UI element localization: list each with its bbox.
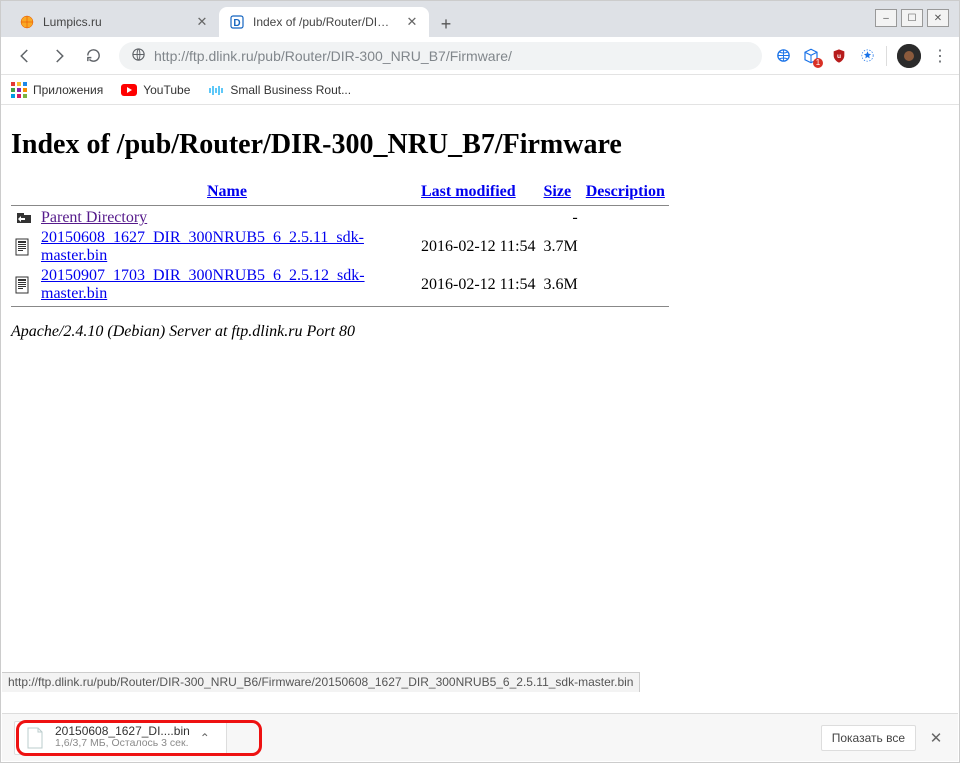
col-lastmod[interactable]: Last modified <box>421 183 516 200</box>
favicon-dlink: D <box>229 14 245 30</box>
cell-size: 3.7M <box>540 228 582 266</box>
download-status: 1,6/3,7 МБ, Осталось 3 сек. <box>55 738 190 750</box>
extension-shield-icon[interactable]: u <box>830 47 848 65</box>
cisco-icon <box>208 82 224 98</box>
page-heading: Index of /pub/Router/DIR-300_NRU_B7/Firm… <box>11 129 949 161</box>
close-tab-icon[interactable]: ✕ <box>405 15 419 29</box>
youtube-icon <box>121 82 137 98</box>
download-chip[interactable]: 20150608_1627_DI....bin 1,6/3,7 МБ, Оста… <box>14 721 227 755</box>
back-folder-icon <box>11 208 37 228</box>
cell-size: - <box>540 208 582 228</box>
forward-button[interactable] <box>45 42 73 70</box>
site-info-icon[interactable] <box>131 47 146 65</box>
download-file-icon <box>25 726 45 750</box>
tab-strip: Lumpics.ru ✕ D Index of /pub/Router/DIR-… <box>1 1 959 37</box>
cell-size: 3.6M <box>540 266 582 304</box>
bm-label: Приложения <box>33 83 103 97</box>
file-link[interactable]: 20150608_1627_DIR_300NRUB5_6_2.5.11_sdk-… <box>41 229 364 264</box>
status-bar: http://ftp.dlink.ru/pub/Router/DIR-300_N… <box>2 672 640 692</box>
cell-lastmod: 2016-02-12 11:54 <box>417 228 540 266</box>
extension-cube-icon[interactable]: 1 <box>802 47 820 65</box>
chevron-up-icon[interactable]: ⌃ <box>200 731 216 745</box>
minimize-button[interactable]: – <box>875 9 897 27</box>
file-row: 20150608_1627_DIR_300NRUB5_6_2.5.11_sdk-… <box>11 228 669 266</box>
bm-label: YouTube <box>143 83 190 97</box>
profile-avatar[interactable] <box>897 44 921 68</box>
new-tab-button[interactable]: + <box>433 11 459 37</box>
bm-label: Small Business Rout... <box>230 83 351 97</box>
tab-label: Lumpics.ru <box>43 15 187 29</box>
menu-button[interactable]: ⋮ <box>931 47 949 65</box>
close-tab-icon[interactable]: ✕ <box>195 15 209 29</box>
download-bar: 20150608_1627_DI....bin 1,6/3,7 МБ, Оста… <box>2 713 958 761</box>
toolbar-right: 1 u ⋮ <box>774 44 949 68</box>
file-icon <box>11 228 37 266</box>
file-link[interactable]: 20150907_1703_DIR_300NRUB5_6_2.5.12_sdk-… <box>41 267 365 302</box>
col-name[interactable]: Name <box>207 183 247 200</box>
cell-lastmod: 2016-02-12 11:54 <box>417 266 540 304</box>
url-text: http://ftp.dlink.ru/pub/Router/DIR-300_N… <box>154 48 750 64</box>
tab-label: Index of /pub/Router/DIR-300_N <box>253 15 397 29</box>
extension-star-icon[interactable] <box>858 47 876 65</box>
page-content: Index of /pub/Router/DIR-300_NRU_B7/Firm… <box>1 105 959 351</box>
address-bar[interactable]: http://ftp.dlink.ru/pub/Router/DIR-300_N… <box>119 42 762 70</box>
bookmarks-bar: Приложения YouTube Small Business Rout..… <box>1 75 959 105</box>
toolbar: http://ftp.dlink.ru/pub/Router/DIR-300_N… <box>1 37 959 75</box>
svg-text:u: u <box>837 53 841 60</box>
reload-button[interactable] <box>79 42 107 70</box>
tab-dlink-index[interactable]: D Index of /pub/Router/DIR-300_N ✕ <box>219 7 429 37</box>
bookmark-sbr[interactable]: Small Business Rout... <box>208 82 351 98</box>
extension-badge: 1 <box>813 58 823 68</box>
col-size[interactable]: Size <box>544 183 572 200</box>
close-download-bar-button[interactable]: ✕ <box>926 728 946 748</box>
separator <box>886 46 887 66</box>
parent-directory-link[interactable]: Parent Directory <box>41 209 147 226</box>
back-button[interactable] <box>11 42 39 70</box>
show-all-downloads-button[interactable]: Показать все <box>821 725 916 751</box>
apps-shortcut[interactable]: Приложения <box>11 82 103 98</box>
favicon-lumpics <box>19 14 35 30</box>
maximize-button[interactable]: ☐ <box>901 9 923 27</box>
bookmark-youtube[interactable]: YouTube <box>121 82 190 98</box>
file-row: 20150907_1703_DIR_300NRUB5_6_2.5.12_sdk-… <box>11 266 669 304</box>
window-controls: – ☐ ✕ <box>875 9 949 27</box>
server-signature: Apache/2.4.10 (Debian) Server at ftp.dli… <box>11 323 949 341</box>
close-window-button[interactable]: ✕ <box>927 9 949 27</box>
extension-globe-icon[interactable] <box>774 47 792 65</box>
tab-lumpics[interactable]: Lumpics.ru ✕ <box>9 7 219 37</box>
col-desc[interactable]: Description <box>586 183 665 200</box>
apps-icon <box>11 82 27 98</box>
directory-listing: Name Last modified Size Description Pare… <box>11 181 669 309</box>
file-icon <box>11 266 37 304</box>
svg-text:D: D <box>233 18 240 29</box>
parent-row: Parent Directory - <box>11 208 669 228</box>
